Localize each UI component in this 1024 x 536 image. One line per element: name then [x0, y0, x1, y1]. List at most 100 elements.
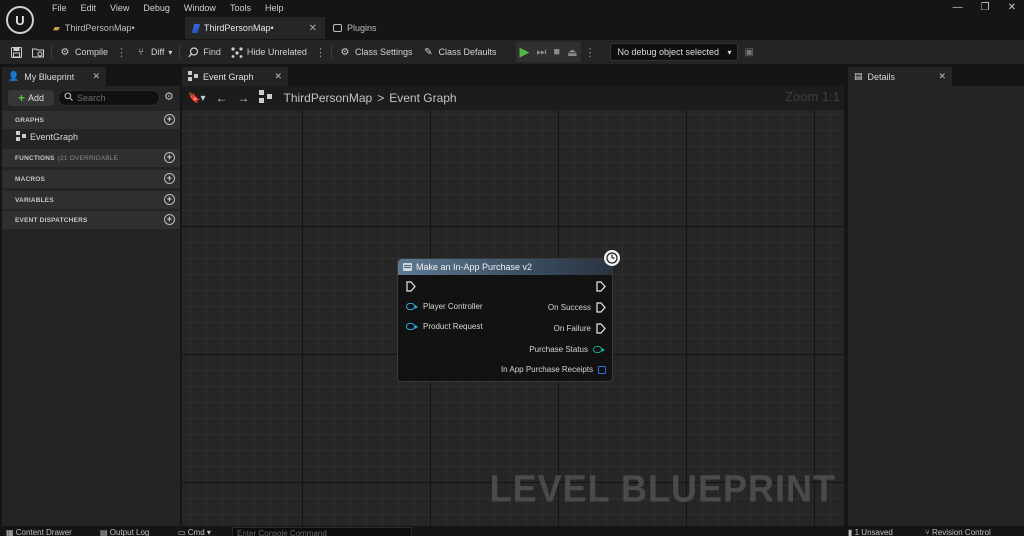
play-options-icon[interactable]: ⋮ — [581, 46, 598, 59]
diff-button[interactable]: ⑂ Diff ▾ — [130, 41, 177, 63]
blueprint-node[interactable]: Make an In-App Purchase v2 Player Contro… — [397, 250, 620, 382]
status-bar: ▦ Content Drawer ▤ Output Log ▭ Cmd ▾ ▮ … — [0, 526, 1024, 536]
section-label: FUNCTIONS — [15, 154, 55, 162]
blueprint-icon — [191, 23, 201, 33]
section-functions[interactable]: FUNCTIONS (21 OVERRIDABLE + — [2, 149, 180, 167]
close-icon[interactable]: ✕ — [309, 23, 317, 34]
output-log-button[interactable]: ▤ Output Log — [100, 528, 149, 536]
debug-browse-icon[interactable]: ▣ — [744, 47, 753, 58]
add-button[interactable]: + Add — [8, 90, 54, 106]
details-icon: ▤ — [854, 71, 863, 81]
output-pin-on-failure[interactable]: On Failure — [554, 323, 606, 334]
settings-gear-icon[interactable]: ⚙ — [164, 90, 174, 103]
details-tabbar: ▤ Details ✕ — [846, 66, 1024, 86]
output-pin-in-app-purchase-receipts[interactable]: In App Purchase Receipts — [501, 365, 606, 374]
class-settings-button[interactable]: ⚙ Class Settings — [334, 41, 418, 63]
back-arrow-icon[interactable]: ← — [215, 91, 227, 105]
forward-arrow-icon[interactable]: → — [237, 91, 249, 105]
restore-icon[interactable]: ❐ — [981, 2, 990, 13]
compile-options-icon[interactable]: ⋮ — [113, 46, 130, 59]
hide-unrelated-options-icon[interactable]: ⋮ — [312, 46, 329, 59]
unsaved-button[interactable]: ▮ 1 Unsaved — [848, 528, 893, 536]
search-input[interactable] — [77, 93, 157, 103]
menu-help[interactable]: Help — [258, 3, 291, 14]
stop-icon[interactable]: ■ — [553, 46, 560, 58]
pin-label: In App Purchase Receipts — [500, 365, 593, 374]
title-bar: U File Edit View Debug Window Tools Help… — [0, 0, 1024, 40]
details-tab[interactable]: ▤ Details ✕ — [848, 67, 952, 86]
window-controls: — ❐ ✕ — [953, 2, 1016, 13]
section-label: VARIABLES — [15, 196, 54, 204]
graph-icon — [259, 90, 273, 106]
section-label: GRAPHS — [15, 116, 45, 124]
hide-unrelated-label: Hide Unrelated — [246, 47, 307, 57]
close-icon[interactable]: ✕ — [938, 71, 946, 82]
close-window-icon[interactable]: ✕ — [1008, 2, 1016, 13]
doc-tab-blueprint[interactable]: ThirdPersonMap• ✕ — [185, 17, 325, 39]
array-pin-icon — [598, 365, 606, 374]
browse-button[interactable] — [27, 41, 49, 63]
my-blueprint-tab-label: My Blueprint — [24, 71, 75, 82]
enum-pin-icon — [593, 346, 605, 353]
blueprint-toolbar: ⚙ Compile ⋮ ⑂ Diff ▾ Find Hide Unrelated… — [0, 40, 1024, 64]
node-header[interactable]: Make an In-App Purchase v2 — [398, 259, 612, 275]
add-event-dispatcher-icon[interactable]: + — [164, 214, 175, 225]
section-macros[interactable]: MACROS + — [2, 170, 180, 188]
graph-item-eventgraph[interactable]: EventGraph — [16, 131, 78, 143]
exec-in-pin[interactable] — [406, 281, 416, 292]
event-graph-tab[interactable]: Event Graph ✕ — [182, 67, 288, 86]
menu-file[interactable]: File — [45, 3, 74, 14]
breadcrumb-leaf[interactable]: Event Graph — [389, 91, 456, 105]
class-defaults-button[interactable]: ✎ Class Defaults — [417, 41, 501, 63]
cmd-button[interactable]: ▭ Cmd ▾ — [178, 528, 211, 536]
toolbar-separator — [179, 44, 181, 60]
output-pin-on-success[interactable]: On Success — [548, 302, 606, 313]
console-command-input[interactable] — [232, 527, 412, 536]
menu-tools[interactable]: Tools — [223, 3, 258, 14]
cmd-label: Cmd — [187, 528, 205, 536]
close-icon[interactable]: ✕ — [92, 71, 100, 82]
my-blueprint-tab[interactable]: 👤 My Blueprint ✕ — [2, 67, 106, 86]
main-menu: File Edit View Debug Window Tools Help — [45, 3, 290, 14]
add-graph-icon[interactable]: + — [164, 114, 175, 125]
content-drawer-button[interactable]: ▦ Content Drawer — [6, 528, 72, 536]
zoom-label: Zoom 1:1 — [785, 89, 840, 104]
minimize-icon[interactable]: — — [953, 2, 963, 13]
frame-step-icon[interactable]: ⏭ — [537, 46, 547, 59]
compile-button[interactable]: ⚙ Compile — [54, 41, 113, 63]
section-event-dispatchers[interactable]: EVENT DISPATCHERS + — [2, 211, 180, 229]
graph-icon — [16, 131, 26, 143]
add-macro-icon[interactable]: + — [164, 173, 175, 184]
input-pin-product-request[interactable]: Product Request — [406, 322, 483, 331]
play-icon[interactable]: ▶ — [520, 44, 530, 60]
bookmark-icon[interactable]: 🔖▾ — [188, 93, 205, 104]
doc-tab-plugins[interactable]: Plugins — [325, 17, 385, 39]
debug-object-select[interactable]: No debug object selected ▾ — [610, 43, 739, 61]
graph-canvas[interactable]: Make an In-App Purchase v2 Player Contro… — [182, 110, 844, 526]
exec-out-pin[interactable] — [596, 281, 606, 292]
menu-window[interactable]: Window — [177, 3, 223, 14]
my-blueprint-tabbar: 👤 My Blueprint ✕ — [0, 66, 180, 86]
output-pin-purchase-status[interactable]: Purchase Status — [529, 345, 605, 354]
unreal-logo-icon[interactable]: U — [6, 6, 34, 34]
section-label: EVENT DISPATCHERS — [15, 216, 88, 224]
menu-edit[interactable]: Edit — [74, 3, 104, 14]
find-button[interactable]: Find — [182, 41, 226, 63]
input-pin-player-controller[interactable]: Player Controller — [406, 302, 483, 311]
section-sublabel: (21 OVERRIDABLE — [57, 154, 119, 162]
menu-view[interactable]: View — [103, 3, 136, 14]
save-button[interactable] — [0, 41, 27, 63]
play-controls: ▶ ⏭ ■ ⏏ — [515, 42, 582, 62]
hide-unrelated-button[interactable]: Hide Unrelated — [226, 41, 312, 63]
doc-tab-level[interactable]: ▰ ThirdPersonMap• — [45, 17, 185, 39]
close-icon[interactable]: ✕ — [274, 71, 282, 82]
revision-control-button[interactable]: ⑂ Revision Control — [925, 528, 991, 536]
add-variable-icon[interactable]: + — [164, 194, 175, 205]
class-defaults-label: Class Defaults — [438, 47, 497, 57]
menu-debug[interactable]: Debug — [136, 3, 177, 14]
section-variables[interactable]: VARIABLES + — [2, 191, 180, 209]
add-function-icon[interactable]: + — [164, 152, 175, 163]
eject-icon[interactable]: ⏏ — [567, 46, 577, 59]
breadcrumb-root[interactable]: ThirdPersonMap — [283, 91, 372, 105]
section-graphs[interactable]: GRAPHS + — [2, 111, 180, 129]
